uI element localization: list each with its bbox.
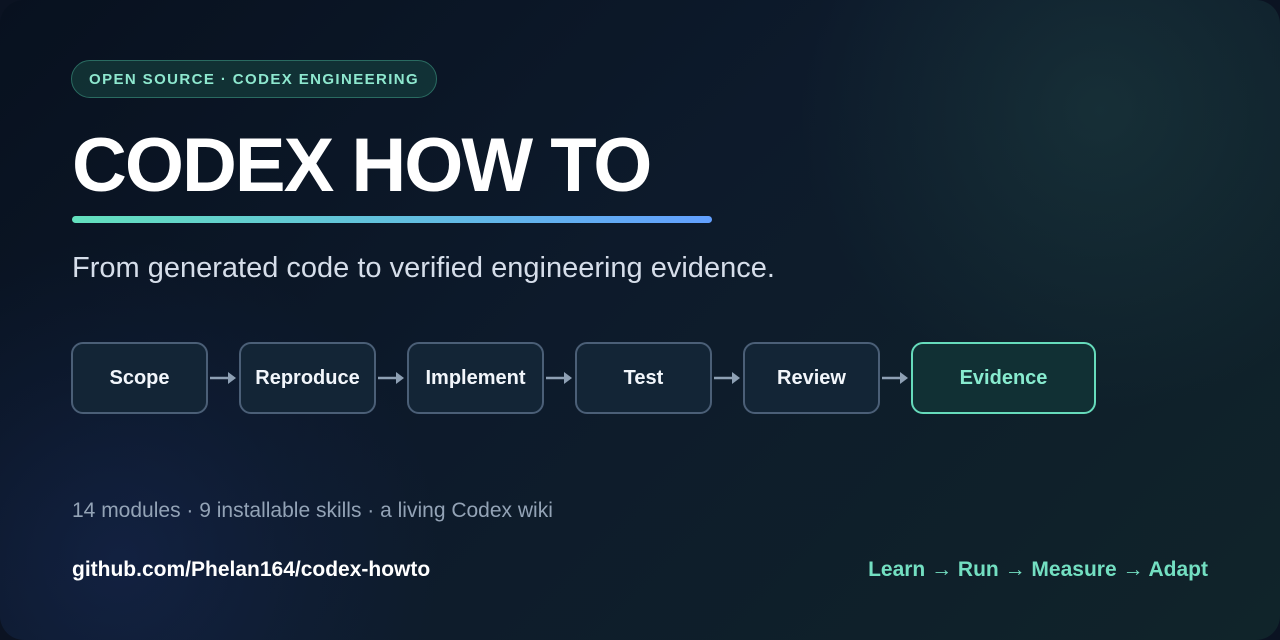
step-review: Review bbox=[743, 342, 880, 414]
page-title: CODEX HOW TO bbox=[72, 123, 652, 208]
step-reproduce: Reproduce bbox=[239, 342, 376, 414]
repo-link[interactable]: github.com/Phelan164/codex-howto bbox=[72, 556, 430, 584]
arrow-right-icon bbox=[378, 372, 404, 384]
step-test: Test bbox=[575, 342, 712, 414]
arrow-right-icon bbox=[210, 372, 236, 384]
subtitle: From generated code to verified engineer… bbox=[72, 252, 775, 284]
step-evidence: Evidence bbox=[911, 342, 1096, 414]
category-badge: OPEN SOURCE · CODEX ENGINEERING bbox=[71, 60, 438, 98]
step-implement: Implement bbox=[407, 342, 544, 414]
title-underline bbox=[72, 216, 712, 223]
arrow-right-icon bbox=[882, 372, 908, 384]
hero-card: OPEN SOURCE · CODEX ENGINEERING CODEX HO… bbox=[0, 0, 1280, 640]
stats-summary: 14 modules · 9 installable skills · a li… bbox=[72, 499, 553, 522]
arrow-right-icon bbox=[714, 372, 740, 384]
step-scope: Scope bbox=[71, 342, 208, 414]
arrow-right-icon bbox=[546, 372, 572, 384]
workflow-motto: Learn → Run → Measure → Adapt bbox=[868, 558, 1208, 581]
